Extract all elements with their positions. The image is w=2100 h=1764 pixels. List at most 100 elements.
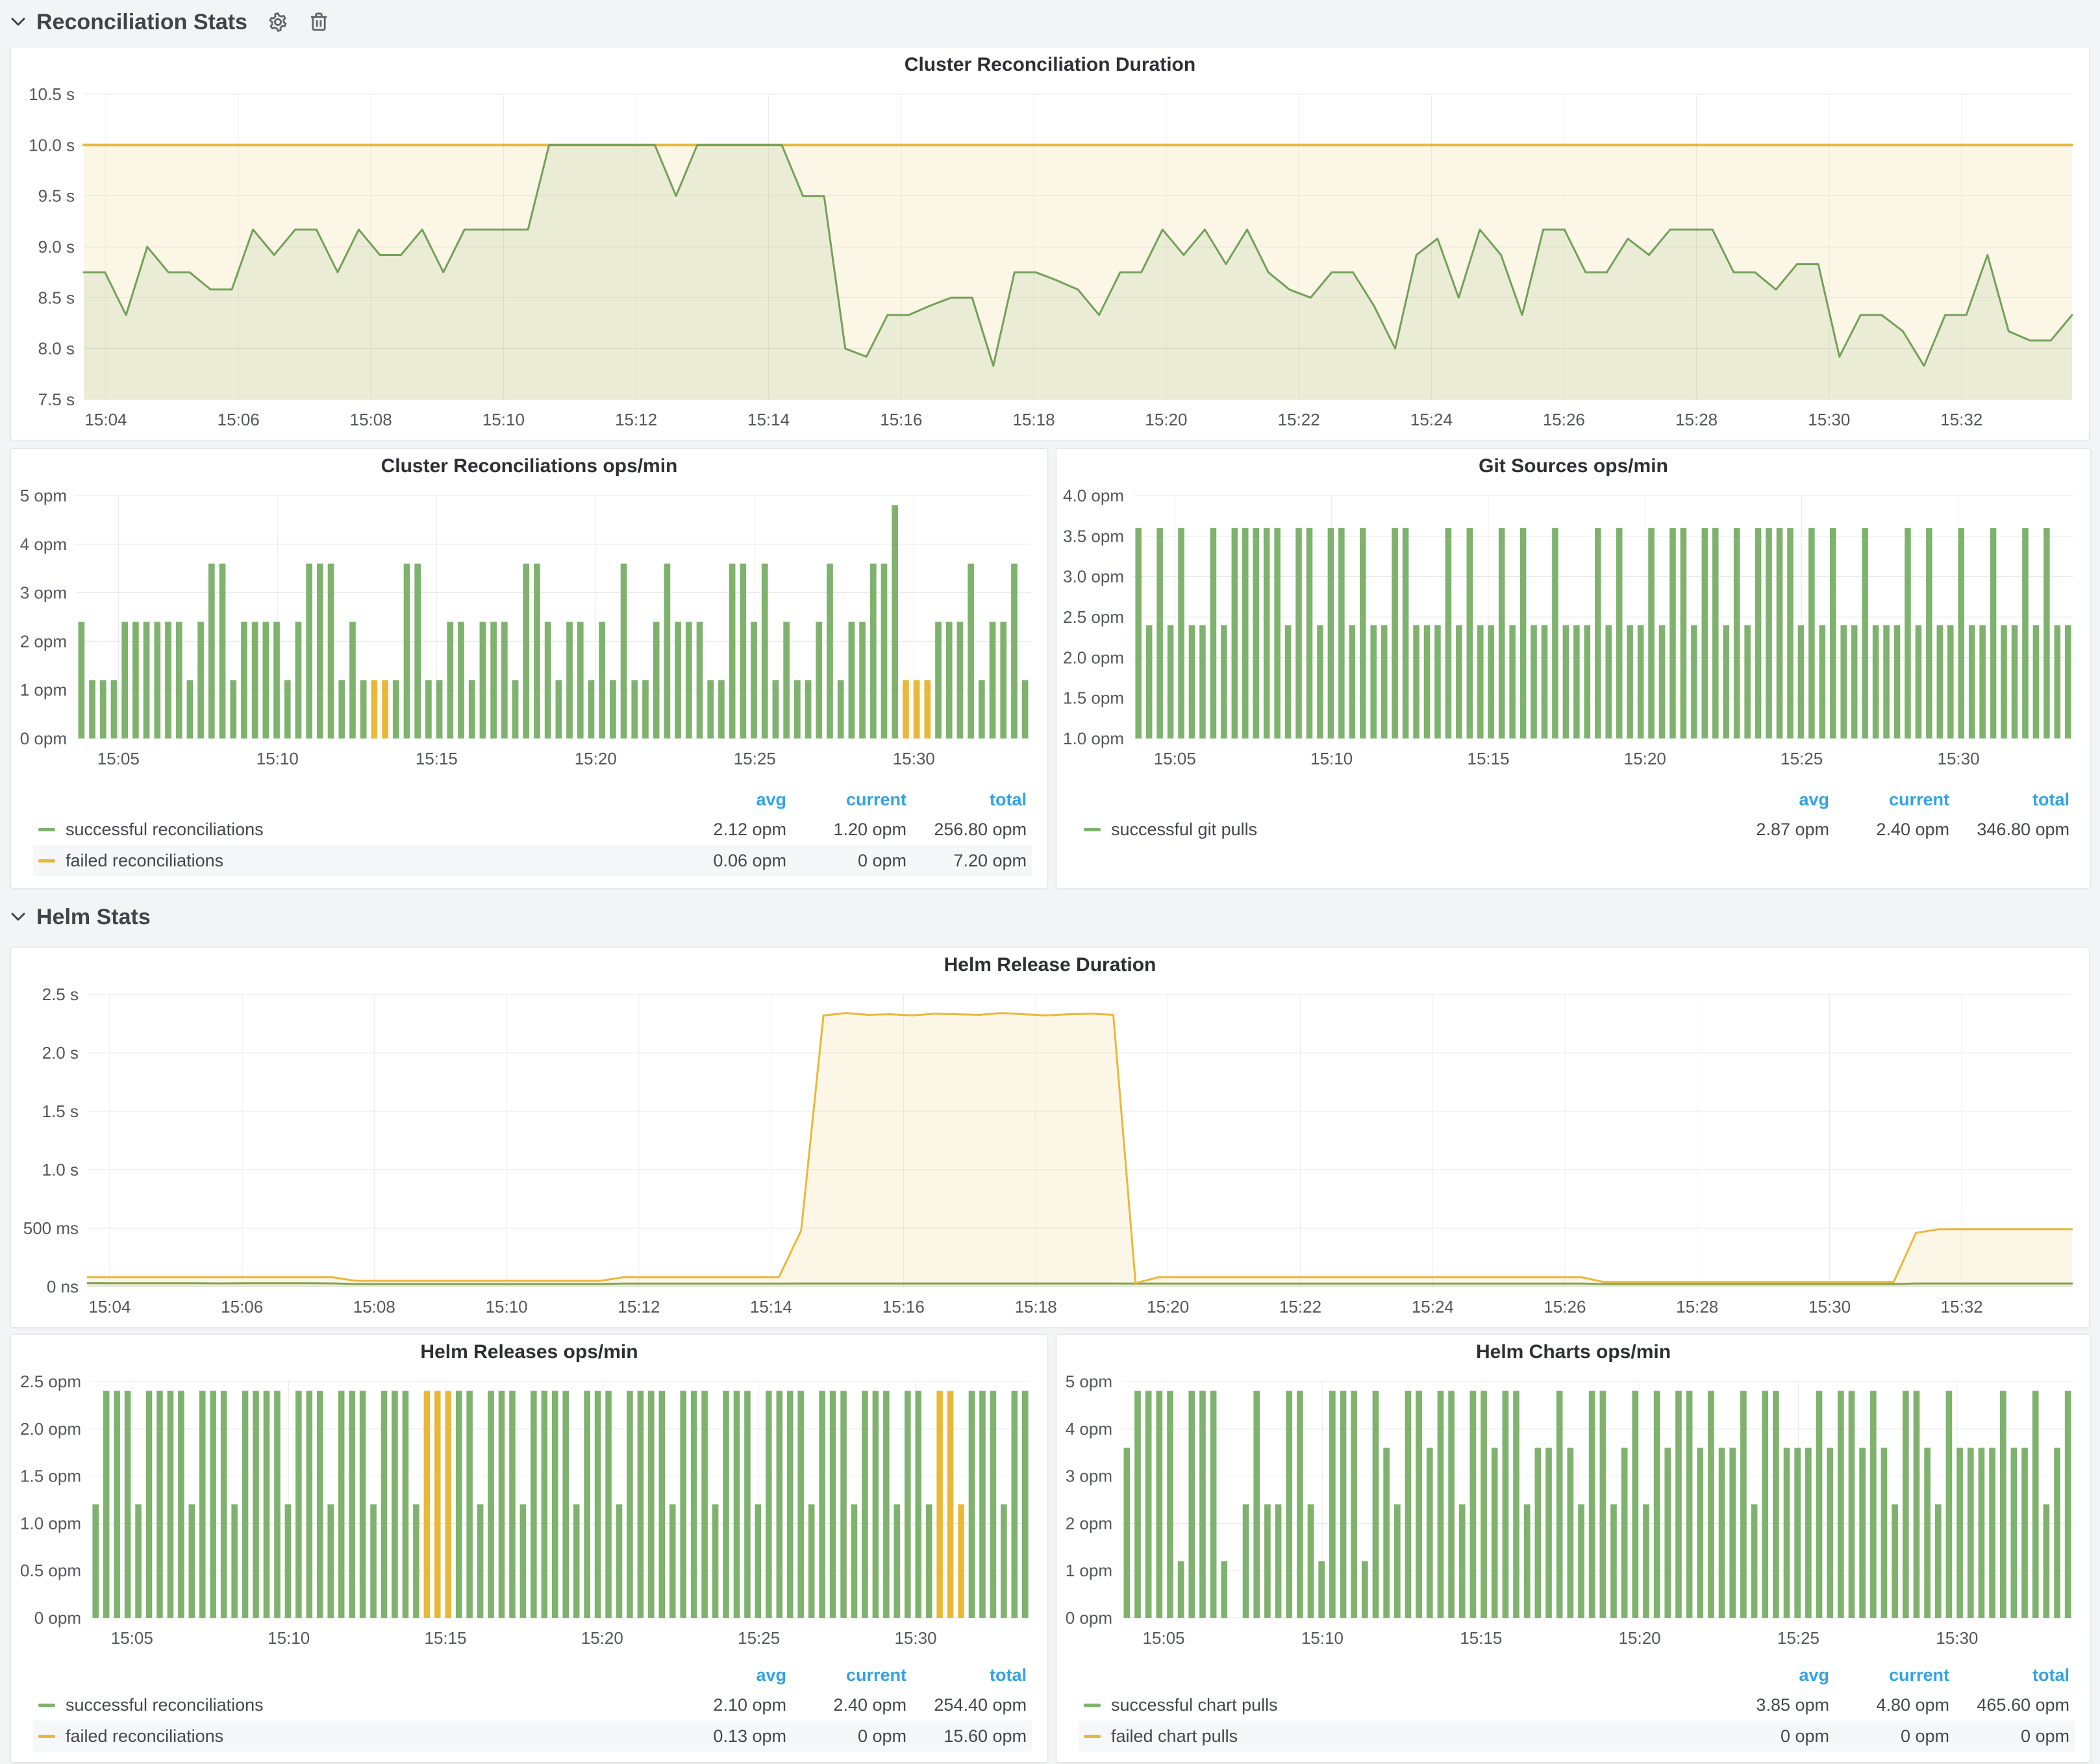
svg-text:15:05: 15:05 [97, 749, 140, 768]
helm-releases-opm-chart[interactable]: 15:0515:1015:1515:2015:2515:302.5 opm2.0… [11, 1370, 1047, 1657]
svg-text:15:10: 15:10 [256, 749, 299, 768]
svg-text:15:04: 15:04 [84, 410, 127, 429]
chevron-down-icon [10, 17, 26, 27]
svg-text:4.0 opm: 4.0 opm [1063, 486, 1124, 505]
panel-title[interactable]: Helm Releases ops/min [11, 1335, 1047, 1370]
svg-text:7.5 s: 7.5 s [38, 390, 75, 409]
svg-text:10.5 s: 10.5 s [29, 84, 75, 104]
helm-charts-opm-chart[interactable]: 15:0515:1015:1515:2015:2515:305 opm4 opm… [1056, 1370, 2090, 1657]
chart-svg: 15:0515:1015:1515:2015:2515:305 opm4 opm… [11, 484, 1047, 777]
legend-row-successful-reconciliations: successful reconciliations 2.10 opm 2.40… [33, 1689, 1032, 1720]
legend-row-successful-reconciliations: successful reconciliations 2.12 opm 1.20… [33, 814, 1032, 845]
svg-text:1.0 opm: 1.0 opm [1063, 729, 1124, 748]
svg-text:15:30: 15:30 [1936, 1628, 1978, 1648]
svg-text:15:25: 15:25 [1781, 749, 1823, 768]
legend-header: avg current total [1079, 1661, 2075, 1689]
panel-title[interactable]: Helm Release Duration [11, 948, 2089, 983]
git-sources-opm-chart[interactable]: 15:0515:1015:1515:2015:2515:304.0 opm3.5… [1056, 484, 2090, 777]
svg-text:15:24: 15:24 [1410, 410, 1453, 429]
row-header-helm-stats[interactable]: Helm Stats [10, 900, 151, 934]
svg-text:3.0 opm: 3.0 opm [1063, 567, 1124, 586]
svg-text:15:30: 15:30 [1808, 410, 1850, 429]
svg-text:15:12: 15:12 [615, 410, 657, 429]
svg-text:500 ms: 500 ms [23, 1218, 79, 1238]
svg-text:15:04: 15:04 [88, 1297, 131, 1317]
legend-col-total[interactable]: total [1949, 790, 2069, 810]
legend-col-current[interactable]: current [1829, 1665, 1949, 1685]
legend: avg current total successful chart pulls… [1079, 1661, 2075, 1752]
row-title: Helm Stats [36, 905, 151, 930]
panel-title[interactable]: Helm Charts ops/min [1056, 1335, 2090, 1370]
legend-row-successful-git-pulls: successful git pulls 2.87 opm 2.40 opm 3… [1079, 814, 2075, 845]
svg-text:15:22: 15:22 [1278, 410, 1320, 429]
legend-row-failed-chart-pulls: failed chart pulls 0 opm 0 opm 0 opm [1079, 1720, 2075, 1752]
svg-text:15:22: 15:22 [1279, 1297, 1321, 1317]
legend-col-current[interactable]: current [786, 1665, 906, 1685]
svg-text:9.0 s: 9.0 s [38, 237, 75, 257]
series-color-dash [1084, 828, 1101, 831]
svg-text:15:20: 15:20 [1624, 749, 1666, 768]
helm-release-duration-chart[interactable]: 15:0415:0615:0815:1015:1215:1415:1615:18… [11, 983, 2089, 1326]
legend-col-avg[interactable]: avg [666, 1665, 786, 1685]
chart-svg: 15:0515:1015:1515:2015:2515:302.5 opm2.0… [11, 1370, 1047, 1657]
trash-icon[interactable] [308, 11, 329, 33]
panel-helm-releases-opm: Helm Releases ops/min 15:0515:1015:1515:… [10, 1334, 1048, 1763]
svg-text:1.5 s: 1.5 s [42, 1102, 79, 1121]
gear-icon[interactable] [267, 11, 289, 33]
chart-svg: 15:0515:1015:1515:2015:2515:304.0 opm3.5… [1056, 484, 2090, 777]
svg-text:2.5 opm: 2.5 opm [20, 1372, 81, 1391]
svg-text:3 opm: 3 opm [1066, 1467, 1112, 1486]
svg-text:2.0 s: 2.0 s [42, 1043, 79, 1063]
svg-text:15:05: 15:05 [111, 1628, 153, 1648]
row-header-reconciliation-stats[interactable]: Reconciliation Stats [10, 5, 329, 39]
svg-text:15:14: 15:14 [747, 410, 790, 429]
svg-text:2.5 opm: 2.5 opm [1063, 607, 1124, 627]
panel-title[interactable]: Git Sources ops/min [1056, 449, 2090, 484]
panel-title[interactable]: Cluster Reconciliation Duration [11, 47, 2089, 82]
legend-col-current[interactable]: current [1829, 790, 1949, 810]
svg-text:15:30: 15:30 [895, 1628, 937, 1648]
svg-text:10.0 s: 10.0 s [29, 135, 75, 155]
cluster-reconciliations-opm-chart[interactable]: 15:0515:1015:1515:2015:2515:305 opm4 opm… [11, 484, 1047, 777]
svg-text:15:25: 15:25 [738, 1628, 780, 1648]
svg-text:15:28: 15:28 [1676, 1297, 1718, 1317]
row-title: Reconciliation Stats [36, 10, 247, 35]
svg-text:15:06: 15:06 [221, 1297, 263, 1317]
svg-text:4 opm: 4 opm [20, 535, 67, 554]
cluster-reconciliation-duration-chart[interactable]: 15:0415:0615:0815:1015:1215:1415:1615:18… [11, 82, 2089, 438]
svg-text:9.5 s: 9.5 s [38, 186, 75, 206]
svg-text:15:20: 15:20 [1145, 410, 1187, 429]
svg-text:1 opm: 1 opm [1066, 1561, 1112, 1580]
svg-text:0 ns: 0 ns [47, 1277, 79, 1296]
svg-text:15:25: 15:25 [734, 749, 776, 768]
svg-text:15:26: 15:26 [1544, 1297, 1586, 1317]
svg-text:1.0 opm: 1.0 opm [20, 1513, 81, 1533]
legend-row-failed-reconciliations: failed reconciliations 0.06 opm 0 opm 7.… [33, 845, 1032, 876]
series-color-dash [38, 1704, 55, 1707]
legend-col-avg[interactable]: avg [666, 790, 786, 810]
legend-col-avg[interactable]: avg [1709, 1665, 1829, 1685]
legend-row-failed-reconciliations: failed reconciliations 0.13 opm 0 opm 15… [33, 1720, 1032, 1752]
svg-text:15:10: 15:10 [1301, 1628, 1344, 1648]
series-color-dash [1084, 1704, 1101, 1707]
svg-text:1 opm: 1 opm [20, 680, 67, 699]
legend-col-total[interactable]: total [906, 1665, 1027, 1685]
legend-col-total[interactable]: total [906, 790, 1027, 810]
legend: avg current total successful git pulls 2… [1079, 785, 2075, 845]
svg-text:15:30: 15:30 [1938, 749, 1980, 768]
legend: avg current total successful reconciliat… [33, 785, 1032, 876]
panel-helm-charts-opm: Helm Charts ops/min 15:0515:1015:1515:20… [1056, 1334, 2091, 1763]
svg-text:3.5 opm: 3.5 opm [1063, 526, 1124, 546]
svg-text:15:20: 15:20 [1619, 1628, 1661, 1648]
legend-col-avg[interactable]: avg [1709, 790, 1829, 810]
panel-title[interactable]: Cluster Reconciliations ops/min [11, 449, 1047, 484]
legend-col-total[interactable]: total [1949, 1665, 2069, 1685]
svg-text:0.5 opm: 0.5 opm [20, 1561, 81, 1580]
legend-col-current[interactable]: current [786, 790, 906, 810]
panel-git-sources-opm: Git Sources ops/min 15:0515:1015:1515:20… [1056, 448, 2091, 888]
svg-text:15:06: 15:06 [218, 410, 260, 429]
svg-text:15:30: 15:30 [1808, 1297, 1851, 1317]
svg-text:2.0 opm: 2.0 opm [20, 1419, 81, 1439]
chart-svg: 15:0415:0615:0815:1015:1215:1415:1615:18… [11, 82, 2089, 438]
svg-text:15:16: 15:16 [880, 410, 922, 429]
